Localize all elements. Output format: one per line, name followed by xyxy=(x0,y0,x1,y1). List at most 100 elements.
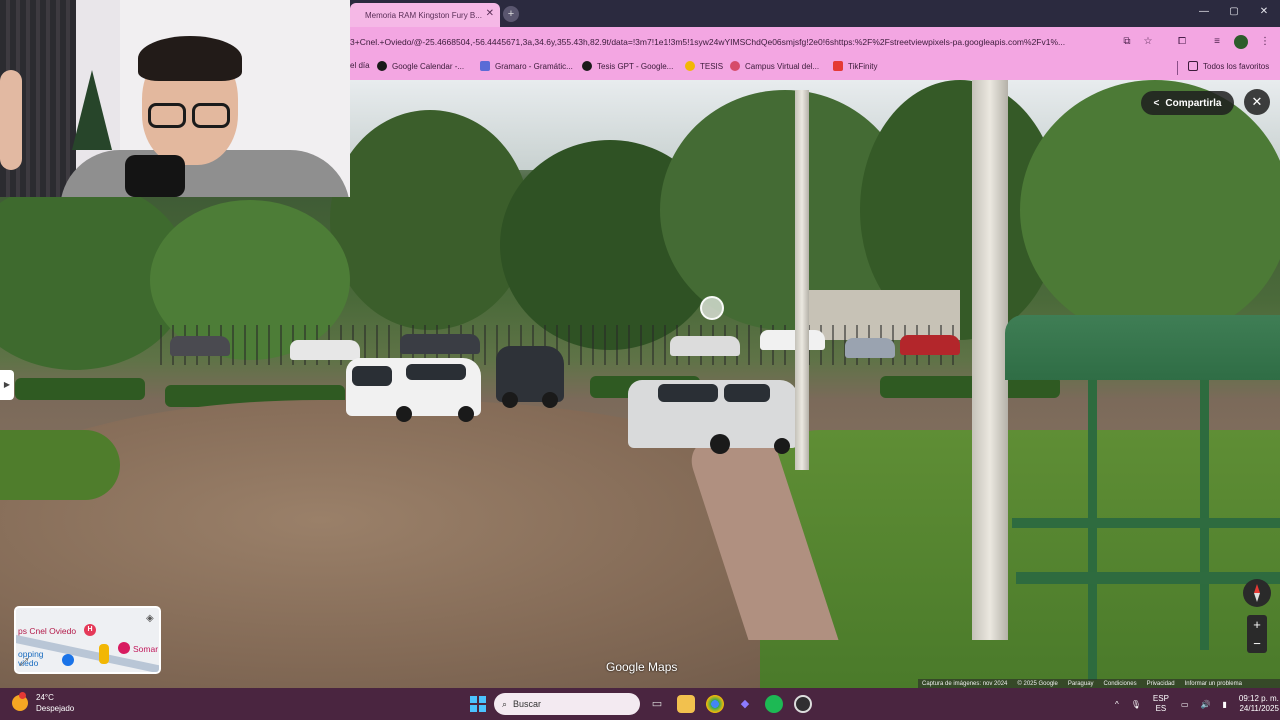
search-placeholder: Buscar xyxy=(513,699,542,709)
start-button-icon[interactable] xyxy=(470,696,486,712)
bookmark-item[interactable]: TikFinity xyxy=(833,61,877,71)
weather-sun-icon xyxy=(12,692,28,711)
bookmarks-bar: el día Google Calendar -... Gramaro - Gr… xyxy=(350,56,1280,80)
glasses xyxy=(148,103,186,128)
parked-car xyxy=(845,338,895,358)
utility-pole xyxy=(972,80,1008,640)
christmas-tree xyxy=(72,70,112,150)
bookmark-favicon-icon xyxy=(833,61,843,71)
bookmark-star-icon[interactable]: ☆ xyxy=(1141,35,1155,49)
shopping-pin-icon xyxy=(62,654,74,666)
bookmarks-divider xyxy=(1177,61,1178,75)
microphone-icon[interactable]: 🎙 xyxy=(1131,700,1141,709)
parked-car xyxy=(400,334,480,354)
webcam-overlay xyxy=(0,0,350,197)
expand-map-icon[interactable]: ⤢ xyxy=(20,657,34,671)
layers-icon[interactable]: ◈ xyxy=(146,613,159,627)
all-bookmarks-folder[interactable]: Todos los favoritos xyxy=(1188,61,1269,71)
dark-suv xyxy=(496,346,564,408)
compass-north-needle xyxy=(1254,584,1260,593)
somar-pin-icon xyxy=(118,642,130,654)
parked-car xyxy=(670,336,740,356)
compass-south-needle xyxy=(1254,593,1260,602)
parked-car xyxy=(900,335,960,355)
attribution-capture: Captura de imágenes: nov 2024 xyxy=(922,680,1008,687)
parked-car xyxy=(170,336,230,356)
bookmark-favicon-icon xyxy=(377,61,387,71)
zoom-control: + − xyxy=(1247,615,1267,653)
attribution-country[interactable]: Paraguay xyxy=(1068,681,1094,687)
tab-active[interactable]: Memoria RAM Kingston Fury B... ✕ xyxy=(350,3,500,27)
browser-tab-bar: Memoria RAM Kingston Fury B... ✕ + — ▢ ✕ xyxy=(350,0,1280,27)
network-icon[interactable]: ▭ xyxy=(1181,700,1189,709)
expand-side-panel-icon[interactable]: ▶ xyxy=(0,370,14,400)
utility-pole xyxy=(795,90,809,470)
street-view-marker-icon[interactable] xyxy=(700,296,724,320)
glasses xyxy=(192,103,230,128)
temperature: 24°C xyxy=(36,693,54,702)
bookmark-item[interactable]: Tesis GPT - Google... xyxy=(582,61,673,71)
folder-icon xyxy=(1188,61,1198,71)
tab-close-icon[interactable]: ✕ xyxy=(486,8,494,19)
chrome-icon[interactable] xyxy=(706,695,724,713)
minimap-label-somar: Somar xyxy=(133,644,159,654)
tree xyxy=(1020,80,1280,340)
bookmark-item[interactable]: TESIS xyxy=(685,61,723,71)
obs-icon[interactable] xyxy=(794,695,812,713)
file-explorer-icon[interactable] xyxy=(677,695,695,713)
bookmark-favicon-icon xyxy=(685,61,695,71)
media-control-icon[interactable]: ≡ xyxy=(1210,35,1224,49)
clock-date: 24/11/2025 xyxy=(1239,704,1279,713)
notification-badge xyxy=(19,692,26,699)
zoom-in-button[interactable]: + xyxy=(1247,615,1267,634)
clock[interactable]: 09:12 p. m. 24/11/2025 xyxy=(1239,694,1279,714)
minimap-label-hospital: ps Cnel Oviedo xyxy=(18,626,77,636)
tray-overflow-icon[interactable]: ^ xyxy=(1115,700,1119,709)
minimap[interactable]: ps Cnel Oviedo H opping viedo Somar ⤢ ◈ xyxy=(14,606,161,674)
language-indicator[interactable]: ESP ES xyxy=(1153,694,1169,714)
bench xyxy=(1012,518,1280,528)
spotify-icon[interactable] xyxy=(765,695,783,713)
clock-time: 09:12 p. m. xyxy=(1238,694,1279,703)
microphone xyxy=(125,155,185,197)
attribution-privacy-link[interactable]: Privacidad xyxy=(1147,681,1175,687)
share-button[interactable]: < Compartirla xyxy=(1141,91,1234,115)
hospital-pin-icon: H xyxy=(84,624,96,636)
task-view-icon[interactable]: ▭ xyxy=(648,695,666,713)
taskbar: 24°C Despejado ⌕ Buscar ▭ ◆ ^ 🎙 ESP ES ▭… xyxy=(0,688,1280,720)
google-maps-watermark: Google Maps xyxy=(606,660,678,674)
maximize-button[interactable]: ▢ xyxy=(1224,6,1244,17)
bookmark-item[interactable]: Campus Virtual del... xyxy=(730,61,819,71)
grass xyxy=(0,430,120,500)
profile-avatar-icon[interactable] xyxy=(1234,35,1248,49)
compass-icon[interactable] xyxy=(1243,579,1271,607)
attribution-report-link[interactable]: Informar un problema xyxy=(1185,681,1242,687)
volume-icon[interactable]: 🔊 xyxy=(1201,700,1211,709)
extensions-icon[interactable]: ⧠ xyxy=(1175,35,1189,49)
bus-shelter-roof xyxy=(1005,315,1280,380)
tree xyxy=(330,110,530,330)
minimize-button[interactable]: — xyxy=(1194,6,1214,17)
bookmark-favicon-icon xyxy=(730,61,740,71)
system-tray: ^ 🎙 ESP ES ▭ 🔊 ▮ 09:12 p. m. 24/11/2025 xyxy=(1115,688,1279,720)
battery-icon[interactable]: ▮ xyxy=(1222,700,1226,709)
zoom-out-button[interactable]: − xyxy=(1247,634,1267,653)
bookmark-item[interactable]: Google Calendar -... xyxy=(377,61,464,71)
address-bar: 3+Cnel.+Oviedo/@-25.4668504,-56.4445671,… xyxy=(350,27,1280,56)
person-hand xyxy=(0,70,22,170)
share-icon: < xyxy=(1153,97,1160,109)
taskbar-search[interactable]: ⌕ Buscar xyxy=(494,693,640,715)
new-tab-button[interactable]: + xyxy=(503,6,519,22)
close-street-view-button[interactable]: ✕ xyxy=(1244,89,1270,115)
menu-kebab-icon[interactable]: ⋮ xyxy=(1258,35,1272,49)
window-close-button[interactable]: ✕ xyxy=(1254,6,1274,17)
url-field[interactable]: 3+Cnel.+Oviedo/@-25.4668504,-56.4445671,… xyxy=(350,32,1113,52)
attribution-terms-link[interactable]: Condiciones xyxy=(1104,681,1137,687)
bookmark-item[interactable]: Gramaro - Gramátic... xyxy=(480,61,573,71)
hedge xyxy=(15,378,145,400)
install-app-icon[interactable]: ⧉ xyxy=(1120,35,1134,49)
bench xyxy=(1016,572,1280,584)
weather-widget[interactable]: 24°C Despejado xyxy=(12,692,74,714)
app-icon[interactable]: ◆ xyxy=(736,695,754,713)
bookmark-item[interactable]: el día xyxy=(350,61,370,70)
